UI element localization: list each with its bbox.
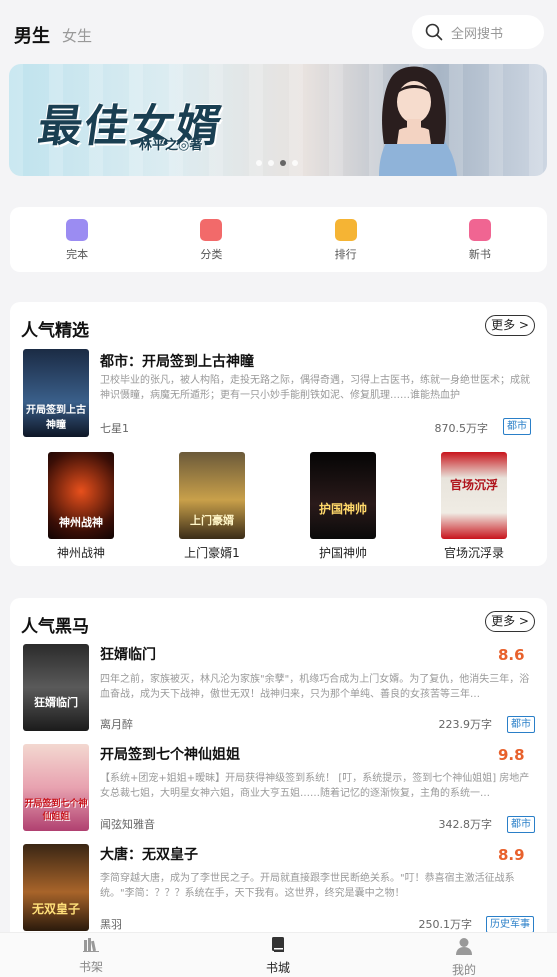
genre-tag: 都市 — [507, 716, 535, 733]
section-title: 人气黑马 — [21, 617, 89, 637]
book-description: 卫校毕业的张凡，被人构陷，走投无路之际，偶得奇遇，习得上古医书，练就一身绝世医术… — [100, 375, 530, 401]
banner-dot[interactable] — [256, 160, 262, 166]
more-button[interactable]: 更多 > — [485, 315, 535, 336]
nav-bookshelf[interactable]: 书架 — [61, 937, 121, 975]
book-author: 黑羽 — [100, 918, 122, 931]
book-cover: 上门豪婿 — [179, 452, 245, 539]
book-word-count: 250.1万字 — [418, 918, 473, 931]
genre-tag: 历史军事 — [486, 916, 534, 933]
book-cover: 护国神帅 — [310, 452, 376, 539]
banner-dot[interactable] — [280, 160, 286, 166]
cover-text: 狂婿临门 — [34, 696, 78, 709]
ranking-icon — [334, 219, 357, 241]
category-ranking[interactable]: 排行 — [279, 207, 413, 272]
book-cover: 无双皇子 — [23, 844, 89, 931]
book-description: 【系统+团宠+姐姐+暧昧】开局获得神级签到系统！ [叮，系统提示，签到七个神仙姐… — [100, 773, 530, 799]
nav-label: 书架 — [78, 960, 103, 974]
book-cover: 神州战神 — [48, 452, 114, 539]
cover-text: 神州战神 — [59, 516, 103, 529]
cover-text: 护国神帅 — [318, 502, 367, 516]
banner-dot[interactable] — [268, 160, 274, 166]
section-title: 人气精选 — [21, 321, 89, 341]
book-cover: 开局签到上古神瞳 — [23, 349, 89, 437]
category-classify[interactable]: 分类 — [144, 207, 278, 272]
darkhorse-section: 人气黑马 更多 > 狂婿临门 狂婿临门 8.6 四年之前，家族被灭，林凡沦为家族… — [10, 598, 547, 943]
nav-profile[interactable]: 我的 — [434, 937, 494, 977]
category-label: 排行 — [334, 248, 357, 261]
book-description: 四年之前，家族被灭，林凡沦为家族"余孽"，机缘巧合成为上门女婿。为了复仇，他消失… — [100, 674, 530, 700]
book-word-count: 342.8万字 — [438, 818, 493, 831]
genre-tag: 都市 — [507, 816, 535, 833]
cover-text: 官场沉浮 — [449, 478, 498, 492]
book-cover: 狂婿临门 — [23, 644, 89, 731]
category-label: 完本 — [66, 248, 89, 261]
book-title: 官场沉浮录 — [443, 546, 504, 560]
banner-character-illustration — [379, 66, 457, 176]
nav-label: 书城 — [265, 961, 290, 975]
search-placeholder: 全网搜书 — [451, 26, 504, 42]
tab-female[interactable]: 女生 — [62, 25, 92, 46]
book-score: 8.6 — [498, 646, 525, 664]
popular-section: 人气精选 更多 > 开局签到上古神瞳 都市：开局签到上古神瞳 卫校毕业的张凡，被… — [10, 302, 547, 566]
book-cover: 开局签到七个神仙姐姐 — [23, 744, 89, 831]
grid-book[interactable]: 上门豪婿 上门豪婿1 — [179, 452, 245, 560]
book-icon — [66, 219, 89, 241]
banner-author: 林平之◎著 — [139, 138, 203, 153]
nav-bookstore[interactable]: 书城 — [248, 937, 308, 976]
book-score: 8.9 — [498, 846, 525, 864]
category-icon — [200, 219, 223, 241]
cover-text: 无双皇子 — [31, 902, 80, 916]
book-author: 闻弦知雅音 — [100, 818, 155, 831]
genre-tag: 都市 — [503, 418, 531, 435]
book-author: 离月醉 — [100, 718, 133, 731]
category-bar: 完本 分类 排行 新书 — [10, 207, 547, 272]
category-completed[interactable]: 完本 — [10, 207, 144, 272]
book-title: 开局签到七个神仙姐姐 — [100, 747, 240, 763]
grid-book[interactable]: 护国神帅 护国神帅 — [310, 452, 376, 560]
book-description: 李简穿越大唐，成为了李世民之子。开局就直接跟李世民断绝关系。"叮！恭喜宿主激活征… — [100, 873, 515, 899]
category-label: 新书 — [468, 248, 491, 261]
book-word-count: 223.9万字 — [438, 718, 493, 731]
grid-book[interactable]: 官场沉浮 官场沉浮录 — [441, 452, 507, 560]
book-title: 神州战神 — [56, 546, 105, 560]
star-icon — [468, 219, 491, 241]
top-bar: 男生 女生 全网搜书 — [0, 0, 557, 64]
book-title: 大唐：无双皇子 — [100, 847, 198, 863]
book-author: 七星1 — [100, 422, 129, 435]
grid-book[interactable]: 神州战神 神州战神 — [48, 452, 114, 560]
cover-text: 开局签到七个神仙姐姐 — [24, 799, 88, 822]
tab-male[interactable]: 男生 — [14, 22, 50, 48]
bookstore-icon — [272, 937, 284, 952]
book-title: 都市：开局签到上古神瞳 — [100, 354, 254, 370]
category-new[interactable]: 新书 — [413, 207, 547, 272]
banner-dot[interactable] — [292, 160, 298, 166]
more-button[interactable]: 更多 > — [485, 611, 535, 632]
bottom-nav: 书架 书城 我的 — [0, 932, 557, 977]
cover-text: 上门豪婿 — [190, 514, 234, 527]
bookshelf-icon — [83, 938, 99, 952]
user-icon — [456, 938, 472, 955]
book-cover: 官场沉浮 — [441, 452, 507, 539]
book-score: 9.8 — [498, 746, 525, 764]
book-title: 狂婿临门 — [100, 647, 156, 663]
banner-pagination — [256, 160, 298, 166]
nav-label: 我的 — [451, 963, 476, 977]
search-input[interactable]: 全网搜书 — [412, 15, 544, 49]
search-icon — [425, 23, 443, 41]
book-title: 上门豪婿1 — [184, 546, 240, 560]
book-word-count: 870.5万字 — [434, 422, 489, 435]
category-label: 分类 — [200, 248, 223, 261]
cover-text: 开局签到上古神瞳 — [26, 405, 86, 431]
book-title: 护国神帅 — [318, 546, 367, 560]
